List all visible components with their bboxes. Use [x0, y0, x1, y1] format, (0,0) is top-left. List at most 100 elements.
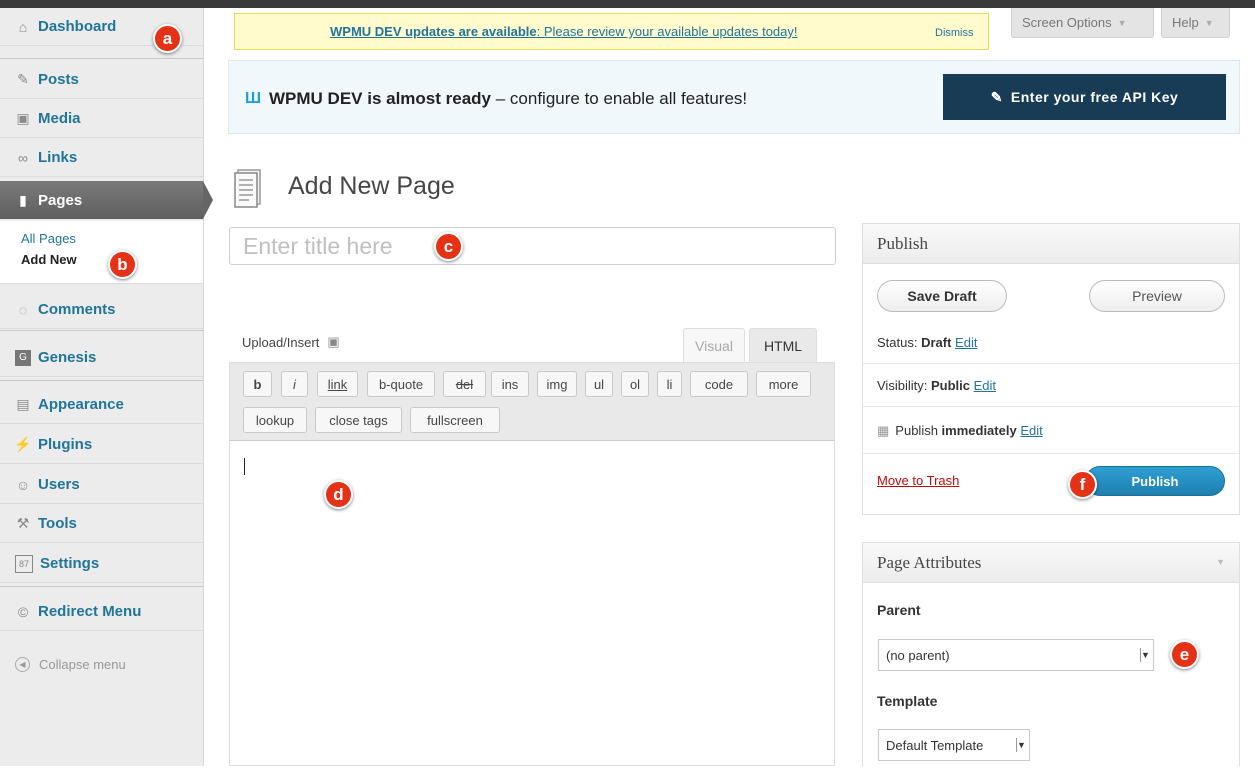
upload-insert[interactable]: Upload/Insert ▣	[242, 334, 340, 350]
divider	[863, 453, 1239, 454]
sidebar-item-tools[interactable]: ⚒ Tools	[0, 505, 203, 543]
quicktag-bquote-button[interactable]: b-quote	[367, 371, 435, 397]
page-icon	[234, 169, 261, 208]
sidebar-item-label: Genesis	[38, 349, 97, 366]
title-input[interactable]	[230, 228, 803, 264]
content-editor[interactable]	[229, 440, 835, 766]
parent-select[interactable]: (no parent) ▼	[878, 639, 1154, 671]
sidebar-item-label: Redirect Menu	[38, 603, 142, 620]
status-value: Draft	[921, 335, 952, 350]
status-label: Status:	[877, 335, 922, 350]
sidebar-item-comments[interactable]: ◌ Comments	[0, 291, 203, 329]
sidebar-item-pages[interactable]: ▮ Pages	[0, 181, 213, 219]
sidebar-item-label: Media	[38, 110, 81, 127]
chevron-down-icon: ▼	[1204, 17, 1214, 28]
preview-button[interactable]: Preview	[1089, 280, 1225, 312]
divider	[0, 330, 203, 331]
page-title: Add New Page	[288, 172, 455, 200]
dismiss-link[interactable]: Dismiss	[935, 27, 974, 39]
update-notice-message[interactable]: WPMU DEV updates are available: Please r…	[330, 24, 798, 39]
sidebar-item-plugins[interactable]: ⚡ Plugins	[0, 426, 203, 464]
sidebar-item-settings[interactable]: 87 Settings	[0, 545, 203, 583]
quicktag-more-button[interactable]: more	[756, 371, 811, 397]
sidebar-item-label: Users	[38, 476, 80, 493]
update-notice-rest: : Please review your available updates t…	[536, 24, 798, 39]
sidebar-item-redirect-menu[interactable]: © Redirect Menu	[0, 593, 203, 631]
status-row: Status: Draft Edit	[863, 335, 1239, 350]
link-icon: ∞	[18, 149, 28, 166]
page-attributes-header[interactable]: Page Attributes ▼	[863, 543, 1239, 583]
quicktag-ol-button[interactable]: ol	[621, 371, 649, 397]
collapse-menu[interactable]: ◀ Collapse menu	[15, 657, 126, 672]
tab-visual[interactable]: Visual	[683, 328, 745, 362]
quicktag-code-button[interactable]: code	[690, 371, 748, 397]
quicktag-ins-button[interactable]: ins	[491, 371, 529, 397]
update-notice-bold: WPMU DEV updates are available	[330, 24, 537, 39]
quicktag-li-button[interactable]: li	[657, 371, 682, 397]
template-select[interactable]: Default Template ▼	[878, 729, 1030, 761]
api-key-button[interactable]: ✎ Enter your free API Key	[943, 74, 1226, 120]
wpmudev-banner: Ш WPMU DEV is almost ready – configure t…	[228, 60, 1240, 134]
users-icon: ☺	[15, 476, 31, 493]
quicktag-close-tags-button[interactable]: close tags	[315, 407, 402, 433]
media-icon[interactable]: ▣	[327, 334, 339, 350]
annotation-badge-c: c	[434, 232, 463, 261]
comment-icon: ◌	[18, 301, 28, 318]
wpmudev-banner-rest: – configure to enable all features!	[491, 89, 748, 108]
publish-box: Publish Save Draft Preview Status: Draft…	[862, 223, 1240, 515]
quicktag-link-button[interactable]: link	[317, 371, 358, 397]
quicktag-bold-button[interactable]: b	[243, 371, 272, 397]
submenu-all-pages[interactable]: All Pages	[21, 231, 76, 246]
home-icon: ⌂	[18, 18, 28, 35]
appearance-icon: ▤	[16, 396, 30, 412]
edit-status-link[interactable]: Edit	[955, 335, 977, 350]
annotation-badge-f: f	[1068, 470, 1097, 499]
sidebar-item-users[interactable]: ☺ Users	[0, 466, 203, 504]
publish-box-title: Publish	[863, 224, 1239, 264]
tab-html[interactable]: HTML	[749, 328, 817, 362]
upload-insert-label: Upload/Insert	[242, 334, 320, 350]
sidebar-item-genesis[interactable]: G Genesis	[0, 339, 203, 377]
chevron-down-icon[interactable]: ▼	[1216, 557, 1225, 567]
active-indicator-arrow	[203, 181, 213, 219]
pin-icon: ✎	[17, 71, 29, 87]
redirect-icon: ©	[17, 603, 29, 620]
submenu-add-new[interactable]: Add New	[21, 252, 77, 267]
save-draft-button[interactable]: Save Draft	[877, 280, 1007, 312]
publish-time-row: ▦ Publish immediately Edit	[863, 423, 1239, 439]
text-cursor	[244, 458, 245, 475]
edit-visibility-link[interactable]: Edit	[974, 378, 996, 393]
sidebar-item-label: Settings	[40, 555, 100, 572]
calendar-icon: ▦	[877, 423, 890, 438]
publish-time-label: Publish	[895, 423, 942, 438]
move-to-trash-link[interactable]: Move to Trash	[877, 473, 959, 488]
content-textarea[interactable]	[230, 441, 832, 765]
sidebar-item-posts[interactable]: ✎ Posts	[0, 61, 203, 99]
quicktag-img-button[interactable]: img	[537, 371, 577, 397]
quicktag-lookup-button[interactable]: lookup	[243, 407, 307, 433]
admin-sidebar: ⌂ Dashboard ✎ Posts ▣ Media ∞ Links ▮ Pa…	[0, 8, 213, 766]
sidebar-item-appearance[interactable]: ▤ Appearance	[0, 386, 203, 424]
visibility-value: Public	[930, 378, 970, 393]
publish-button[interactable]: Publish	[1085, 466, 1225, 496]
quicktag-fullscreen-button[interactable]: fullscreen	[410, 407, 500, 433]
screen-options-button[interactable]: Screen Options ▼	[1011, 8, 1154, 38]
dropdown-arrow-icon: ▼	[1016, 738, 1026, 752]
sidebar-item-label: Dashboard	[38, 18, 117, 35]
visibility-label: Visibility:	[877, 378, 931, 393]
publish-time-value: immediately	[941, 423, 1017, 438]
divider	[0, 58, 203, 59]
quicktag-del-button[interactable]: del	[443, 371, 486, 397]
divider	[863, 406, 1239, 407]
sidebar-item-label: Links	[38, 149, 78, 166]
help-button[interactable]: Help ▼	[1161, 8, 1230, 38]
sidebar-item-links[interactable]: ∞ Links	[0, 139, 203, 177]
wpmudev-banner-bold: WPMU DEV is almost ready	[269, 89, 492, 108]
annotation-badge-d: d	[324, 480, 353, 509]
quicktag-ul-button[interactable]: ul	[585, 371, 613, 397]
quicktag-italic-button[interactable]: i	[281, 371, 308, 397]
sidebar-item-media[interactable]: ▣ Media	[0, 100, 203, 138]
edit-publish-time-link[interactable]: Edit	[1020, 423, 1042, 438]
sidebar-item-label: Comments	[38, 301, 116, 318]
title-field[interactable]	[229, 227, 836, 265]
